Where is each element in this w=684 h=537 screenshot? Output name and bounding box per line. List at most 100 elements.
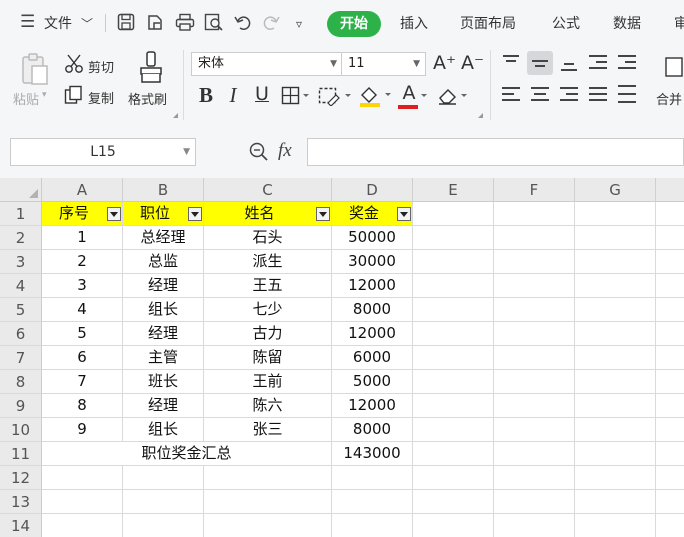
cell-a4[interactable]: 3 xyxy=(42,274,123,298)
cell-a7[interactable]: 6 xyxy=(42,346,123,370)
row-header-10[interactable]: 10 xyxy=(0,418,42,442)
tab-data[interactable]: 数据 xyxy=(613,13,641,33)
cell-b6[interactable]: 经理 xyxy=(123,322,204,346)
cell-f13[interactable] xyxy=(494,490,575,514)
font-color-chevron-icon[interactable] xyxy=(420,93,428,99)
summary-label-cell[interactable]: 职位奖金汇总 xyxy=(42,442,332,466)
tab-page-layout[interactable]: 页面布局 xyxy=(460,13,516,33)
cell-c10[interactable]: 张三 xyxy=(204,418,332,442)
cell-e4[interactable] xyxy=(413,274,494,298)
cell-g9[interactable] xyxy=(575,394,656,418)
cell-c8[interactable]: 王前 xyxy=(204,370,332,394)
column-header-b[interactable]: B xyxy=(123,178,204,202)
decrease-indent-button[interactable] xyxy=(585,51,611,75)
export-pdf-icon[interactable] xyxy=(146,13,166,31)
format-painter-icon[interactable] xyxy=(138,50,164,84)
tab-formulas[interactable]: 公式 xyxy=(552,13,580,33)
cell-c7[interactable]: 陈留 xyxy=(204,346,332,370)
undo-icon[interactable] xyxy=(234,13,252,31)
cell-a13[interactable] xyxy=(42,490,123,514)
column-header-h[interactable] xyxy=(656,178,684,202)
cell-b13[interactable] xyxy=(123,490,204,514)
summary-value-cell[interactable]: 143000 xyxy=(332,442,413,466)
cell-h11[interactable] xyxy=(656,442,684,466)
name-box[interactable]: L15 ▼ xyxy=(10,138,196,166)
cell-h7[interactable] xyxy=(656,346,684,370)
row-header-12[interactable]: 12 xyxy=(0,466,42,490)
cell-a6[interactable]: 5 xyxy=(42,322,123,346)
print-preview-icon[interactable] xyxy=(204,13,224,31)
align-right-button[interactable] xyxy=(556,83,582,107)
cell-c2[interactable]: 石头 xyxy=(204,226,332,250)
cell-g12[interactable] xyxy=(575,466,656,490)
cell-e3[interactable] xyxy=(413,250,494,274)
cell-a9[interactable]: 8 xyxy=(42,394,123,418)
align-center-button[interactable] xyxy=(527,83,553,107)
font-color-icon[interactable]: A xyxy=(398,82,420,104)
header-cell-b1[interactable]: 职位 xyxy=(123,202,204,226)
cell-h3[interactable] xyxy=(656,250,684,274)
cell-d6[interactable]: 12000 xyxy=(332,322,413,346)
cell-e14[interactable] xyxy=(413,514,494,537)
select-all-corner[interactable] xyxy=(0,178,42,202)
tab-insert[interactable]: 插入 xyxy=(400,13,428,33)
cell-g5[interactable] xyxy=(575,298,656,322)
cell-b8[interactable]: 班长 xyxy=(123,370,204,394)
cell-c6[interactable]: 古力 xyxy=(204,322,332,346)
row-header-8[interactable]: 8 xyxy=(0,370,42,394)
underline-button[interactable]: U xyxy=(251,83,273,105)
cut-button[interactable]: 剪切 xyxy=(88,57,114,76)
header-cell-a1[interactable]: 序号 xyxy=(42,202,123,226)
cell-d10[interactable]: 8000 xyxy=(332,418,413,442)
column-header-a[interactable]: A xyxy=(42,178,123,202)
increase-indent-button[interactable] xyxy=(614,51,640,75)
redo-icon[interactable] xyxy=(262,13,280,31)
cell-h2[interactable] xyxy=(656,226,684,250)
cell-h4[interactable] xyxy=(656,274,684,298)
cell-d12[interactable] xyxy=(332,466,413,490)
cell-d8[interactable]: 5000 xyxy=(332,370,413,394)
cell-b4[interactable]: 经理 xyxy=(123,274,204,298)
cell-d9[interactable]: 12000 xyxy=(332,394,413,418)
cell-g1[interactable] xyxy=(575,202,656,226)
scissors-icon[interactable] xyxy=(64,54,84,74)
cell-g10[interactable] xyxy=(575,418,656,442)
column-header-g[interactable]: G xyxy=(575,178,656,202)
cell-d5[interactable]: 8000 xyxy=(332,298,413,322)
bold-button[interactable]: B xyxy=(195,84,217,106)
font-name-select[interactable]: 宋体 ▼ xyxy=(191,52,343,76)
cell-style-icon[interactable] xyxy=(318,86,354,106)
cell-h12[interactable] xyxy=(656,466,684,490)
cell-g8[interactable] xyxy=(575,370,656,394)
cell-c14[interactable] xyxy=(204,514,332,537)
cell-f8[interactable] xyxy=(494,370,575,394)
insert-function-button[interactable]: fx xyxy=(278,140,292,162)
cell-b7[interactable]: 主管 xyxy=(123,346,204,370)
cell-f2[interactable] xyxy=(494,226,575,250)
print-icon[interactable] xyxy=(175,13,195,31)
name-box-chevron-icon[interactable]: ▼ xyxy=(183,139,190,165)
cell-g11[interactable] xyxy=(575,442,656,466)
cell-c4[interactable]: 王五 xyxy=(204,274,332,298)
save-icon[interactable] xyxy=(117,13,135,31)
tab-start[interactable]: 开始 xyxy=(327,11,381,37)
cell-f12[interactable] xyxy=(494,466,575,490)
paste-chevron-icon[interactable]: ▾ xyxy=(42,90,47,100)
cell-b12[interactable] xyxy=(123,466,204,490)
cell-g7[interactable] xyxy=(575,346,656,370)
file-menu-chevron-icon[interactable]: ﹀ xyxy=(81,14,93,34)
row-header-11[interactable]: 11 xyxy=(0,442,42,466)
align-top-button[interactable] xyxy=(498,51,524,75)
cell-g6[interactable] xyxy=(575,322,656,346)
distributed-align-button[interactable] xyxy=(614,83,640,107)
cell-a8[interactable]: 7 xyxy=(42,370,123,394)
cell-b10[interactable]: 组长 xyxy=(123,418,204,442)
row-header-13[interactable]: 13 xyxy=(0,490,42,514)
cell-f11[interactable] xyxy=(494,442,575,466)
zoom-search-icon[interactable] xyxy=(249,142,269,162)
cell-d4[interactable]: 12000 xyxy=(332,274,413,298)
cell-h8[interactable] xyxy=(656,370,684,394)
align-bottom-button[interactable] xyxy=(556,51,582,75)
cell-e11[interactable] xyxy=(413,442,494,466)
cell-f3[interactable] xyxy=(494,250,575,274)
